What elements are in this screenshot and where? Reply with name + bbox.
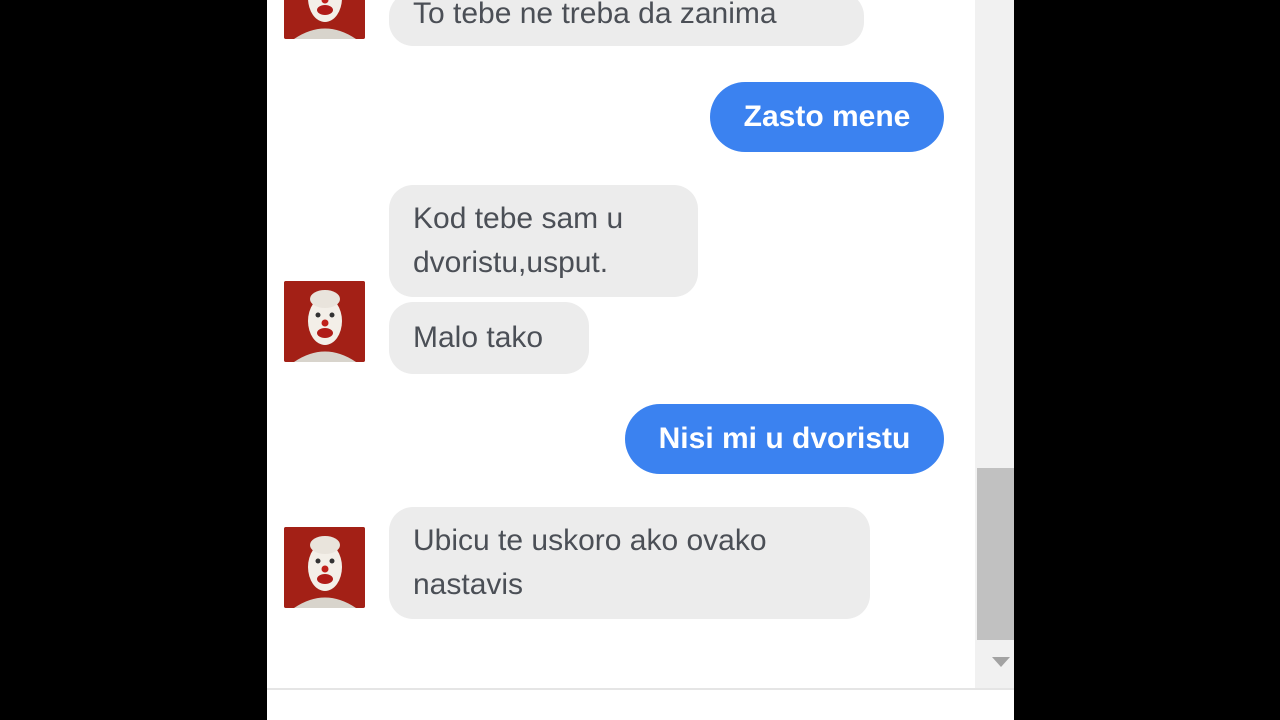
clown-avatar-icon (284, 0, 365, 39)
message-text-line: nastavis (413, 568, 524, 601)
message-text: To tebe ne treba da zanima (413, 0, 777, 30)
message-list[interactable]: To tebe ne treba da zanima Zasto mene Ko… (267, 0, 975, 688)
clown-avatar-icon (284, 281, 365, 362)
incoming-message-bubble[interactable]: To tebe ne treba da zanima (389, 0, 864, 46)
outgoing-message-bubble[interactable]: Zasto mene (710, 82, 944, 152)
message-text: Malo tako (413, 321, 544, 354)
message-text-line: Ubicu te uskoro ako ovako (413, 524, 767, 557)
scroll-down-arrow-icon[interactable] (992, 657, 1010, 667)
clown-avatar-icon (284, 527, 365, 608)
incoming-message-bubble[interactable]: Kod tebe sam u dvoristu,usput. (389, 185, 698, 297)
message-text: Nisi mi u dvoristu (658, 422, 911, 455)
message-text: Zasto mene (743, 100, 911, 133)
contact-avatar[interactable] (284, 527, 365, 608)
screen: To tebe ne treba da zanima Zasto mene Ko… (0, 0, 1280, 720)
message-text-line: dvoristu,usput. (413, 246, 609, 279)
message-composer-area[interactable] (267, 688, 1014, 720)
scrollbar-thumb[interactable] (977, 468, 1014, 640)
scrollbar[interactable] (975, 0, 1014, 688)
contact-avatar[interactable] (284, 281, 365, 362)
contact-avatar[interactable] (284, 0, 365, 39)
incoming-message-bubble[interactable]: Malo tako (389, 302, 589, 374)
outgoing-message-bubble[interactable]: Nisi mi u dvoristu (625, 404, 944, 474)
message-text-line: Kod tebe sam u (413, 202, 624, 235)
chat-window: To tebe ne treba da zanima Zasto mene Ko… (267, 0, 1014, 720)
incoming-message-bubble[interactable]: Ubicu te uskoro ako ovako nastavis (389, 507, 870, 619)
